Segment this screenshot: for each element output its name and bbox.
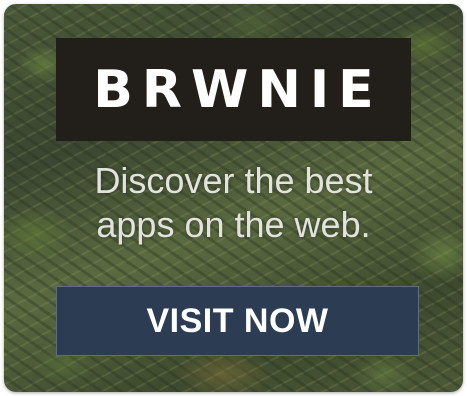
tagline-line-2: apps on the web. [96,204,371,245]
ad-banner[interactable]: BRWNIE Discover the best apps on the web… [4,4,463,392]
brand-logo-text: BRWNIE [93,59,383,120]
ad-tagline: Discover the best apps on the web. [24,159,443,247]
tagline-line-1: Discover the best [94,160,373,201]
visit-now-button[interactable]: VISIT NOW [56,286,419,356]
visit-now-label: VISIT NOW [146,301,329,340]
brand-logo-box[interactable]: BRWNIE [56,38,411,141]
